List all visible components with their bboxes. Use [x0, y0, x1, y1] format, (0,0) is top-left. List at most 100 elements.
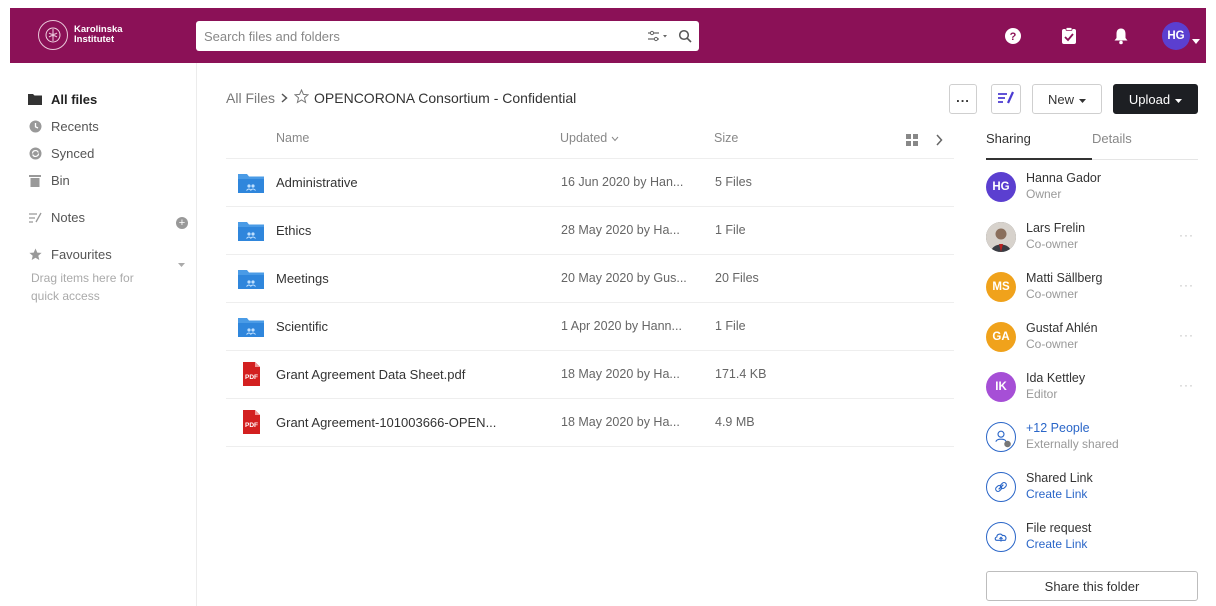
- external-people-item[interactable]: +12 People Externally shared: [986, 418, 1198, 458]
- brand-logo[interactable]: Karolinska Institutet: [38, 20, 126, 50]
- collaborator-name: Lars Frelin: [1026, 221, 1086, 235]
- tab-sharing[interactable]: Sharing: [986, 131, 1031, 146]
- sidebar: All files Recents Synced Bin Notes + Fav…: [10, 63, 197, 606]
- column-header-size[interactable]: Size: [714, 131, 738, 145]
- file-size: 5 Files: [715, 175, 752, 189]
- file-name[interactable]: Grant Agreement-101003666-OPEN...: [276, 415, 496, 430]
- sync-icon: [28, 146, 42, 160]
- clock-icon: [28, 119, 42, 133]
- collaborator-item[interactable]: HG Hanna Gador Owner: [986, 168, 1198, 208]
- file-request-label: File request: [1026, 521, 1092, 535]
- upload-button-label: Upload: [1128, 91, 1171, 107]
- chevron-down-icon: [1175, 92, 1183, 107]
- cloud-upload-icon: [986, 522, 1016, 552]
- file-size: 171.4 KB: [715, 367, 767, 381]
- file-updated: 28 May 2020 by Ha...: [561, 223, 680, 237]
- sidebar-item-label: Recents: [51, 118, 99, 134]
- chevron-down-icon: [611, 131, 619, 145]
- shared-folder-icon: [238, 316, 264, 338]
- create-file-request-link[interactable]: Create Link: [1026, 537, 1087, 551]
- table-row[interactable]: Scientific 1 Apr 2020 by Hann... 1 File: [226, 303, 954, 351]
- sidebar-item-recents[interactable]: Recents: [28, 117, 99, 135]
- tab-details[interactable]: Details: [1092, 131, 1132, 146]
- breadcrumb-root[interactable]: All Files: [226, 90, 275, 106]
- collaborator-name: Ida Kettley: [1026, 371, 1086, 385]
- file-name[interactable]: Scientific: [276, 319, 328, 334]
- sidebar-item-all-files[interactable]: All files: [28, 90, 97, 108]
- collaborator-item[interactable]: IK Ida Kettley Editor ···: [986, 368, 1198, 408]
- bin-icon: [28, 173, 42, 187]
- shared-folder-icon: [238, 268, 264, 290]
- external-user-icon: [986, 422, 1016, 452]
- external-people-sub: Externally shared: [1026, 437, 1119, 451]
- notes-toggle-button[interactable]: [991, 84, 1021, 114]
- more-options-icon[interactable]: ···: [1179, 378, 1194, 392]
- favourites-hint: Drag items here for quick access: [31, 271, 134, 303]
- file-name[interactable]: Grant Agreement Data Sheet.pdf: [276, 367, 465, 382]
- file-name[interactable]: Administrative: [276, 175, 358, 190]
- more-options-icon[interactable]: ···: [1179, 278, 1194, 292]
- column-header-updated[interactable]: Updated: [560, 131, 619, 145]
- pdf-icon: PDF: [240, 362, 266, 386]
- filter-icon[interactable]: [645, 23, 671, 49]
- collaborator-role: Co-owner: [1026, 237, 1079, 251]
- sidebar-item-label: Favourites: [51, 246, 112, 262]
- sidebar-item-label: Synced: [51, 145, 95, 161]
- more-options-button[interactable]: ...: [949, 84, 977, 114]
- search-icon[interactable]: [671, 23, 699, 49]
- avatar: [986, 222, 1016, 252]
- brand-name: Karolinska Institutet: [74, 25, 126, 45]
- tasks-icon[interactable]: [1056, 23, 1082, 49]
- table-row[interactable]: PDF Grant Agreement Data Sheet.pdf 18 May …: [226, 351, 954, 399]
- star-outline-icon[interactable]: [293, 88, 310, 107]
- sidebar-item-favourites[interactable]: Favourites: [28, 245, 112, 263]
- help-icon[interactable]: ?: [1000, 23, 1026, 49]
- collaborator-item[interactable]: MS Matti Sällberg Co-owner ···: [986, 268, 1198, 308]
- file-name[interactable]: Meetings: [276, 271, 329, 286]
- sidebar-item-label: Bin: [51, 172, 70, 188]
- collaborator-name: Hanna Gador: [1026, 171, 1102, 185]
- table-row[interactable]: Meetings 20 May 2020 by Gus... 20 Files: [226, 255, 954, 303]
- collaborator-role: Editor: [1026, 387, 1058, 401]
- collaborator-item[interactable]: Lars Frelin Co-owner ···: [986, 218, 1198, 258]
- file-name[interactable]: Ethics: [276, 223, 311, 238]
- sidebar-item-notes[interactable]: Notes: [28, 208, 85, 226]
- collaborator-name: Gustaf Ahlén: [1026, 321, 1098, 335]
- file-updated: 18 May 2020 by Ha...: [561, 415, 680, 429]
- chevron-down-icon[interactable]: [1192, 32, 1200, 50]
- sidebar-item-label: Notes: [51, 209, 85, 225]
- collaborator-item[interactable]: GA Gustaf Ahlén Co-owner ···: [986, 318, 1198, 358]
- collaborator-role: Co-owner: [1026, 287, 1079, 301]
- column-header-name[interactable]: Name: [276, 131, 309, 145]
- file-request-item: File request Create Link: [986, 518, 1198, 558]
- bell-icon[interactable]: [1108, 23, 1134, 49]
- create-shared-link[interactable]: Create Link: [1026, 487, 1087, 501]
- link-icon: [986, 472, 1016, 502]
- grid-view-icon[interactable]: [906, 133, 918, 151]
- avatar: MS: [986, 272, 1016, 302]
- search-input[interactable]: [196, 23, 645, 49]
- file-size: 20 Files: [715, 271, 759, 285]
- table-row[interactable]: PDF Grant Agreement-101003666-OPEN... 18 M…: [226, 399, 954, 447]
- svg-text:PDF: PDF: [245, 374, 258, 381]
- table-row[interactable]: Administrative 16 Jun 2020 by Han... 5 Fil…: [226, 159, 954, 207]
- upload-button[interactable]: Upload: [1113, 84, 1198, 114]
- user-avatar[interactable]: HG: [1162, 22, 1190, 50]
- more-options-icon[interactable]: ···: [1179, 328, 1194, 342]
- add-note-button[interactable]: +: [176, 217, 188, 229]
- chevron-right-icon[interactable]: [935, 133, 943, 151]
- app-window: Karolinska Institutet ? HG: [10, 8, 1206, 606]
- file-size: 1 File: [715, 319, 746, 333]
- shared-link-item: Shared Link Create Link: [986, 468, 1198, 508]
- share-folder-button[interactable]: Share this folder: [986, 571, 1198, 601]
- more-options-icon[interactable]: ···: [1179, 228, 1194, 242]
- star-icon: [28, 247, 42, 261]
- new-button[interactable]: New: [1032, 84, 1102, 114]
- table-row[interactable]: Ethics 28 May 2020 by Ha... 1 File: [226, 207, 954, 255]
- chevron-down-icon[interactable]: [178, 255, 185, 273]
- sidebar-item-synced[interactable]: Synced: [28, 144, 94, 162]
- file-updated: 18 May 2020 by Ha...: [561, 367, 680, 381]
- sidebar-item-bin[interactable]: Bin: [28, 171, 70, 189]
- notes-edit-icon: [997, 91, 1015, 108]
- external-people-label[interactable]: +12 People: [1026, 421, 1090, 435]
